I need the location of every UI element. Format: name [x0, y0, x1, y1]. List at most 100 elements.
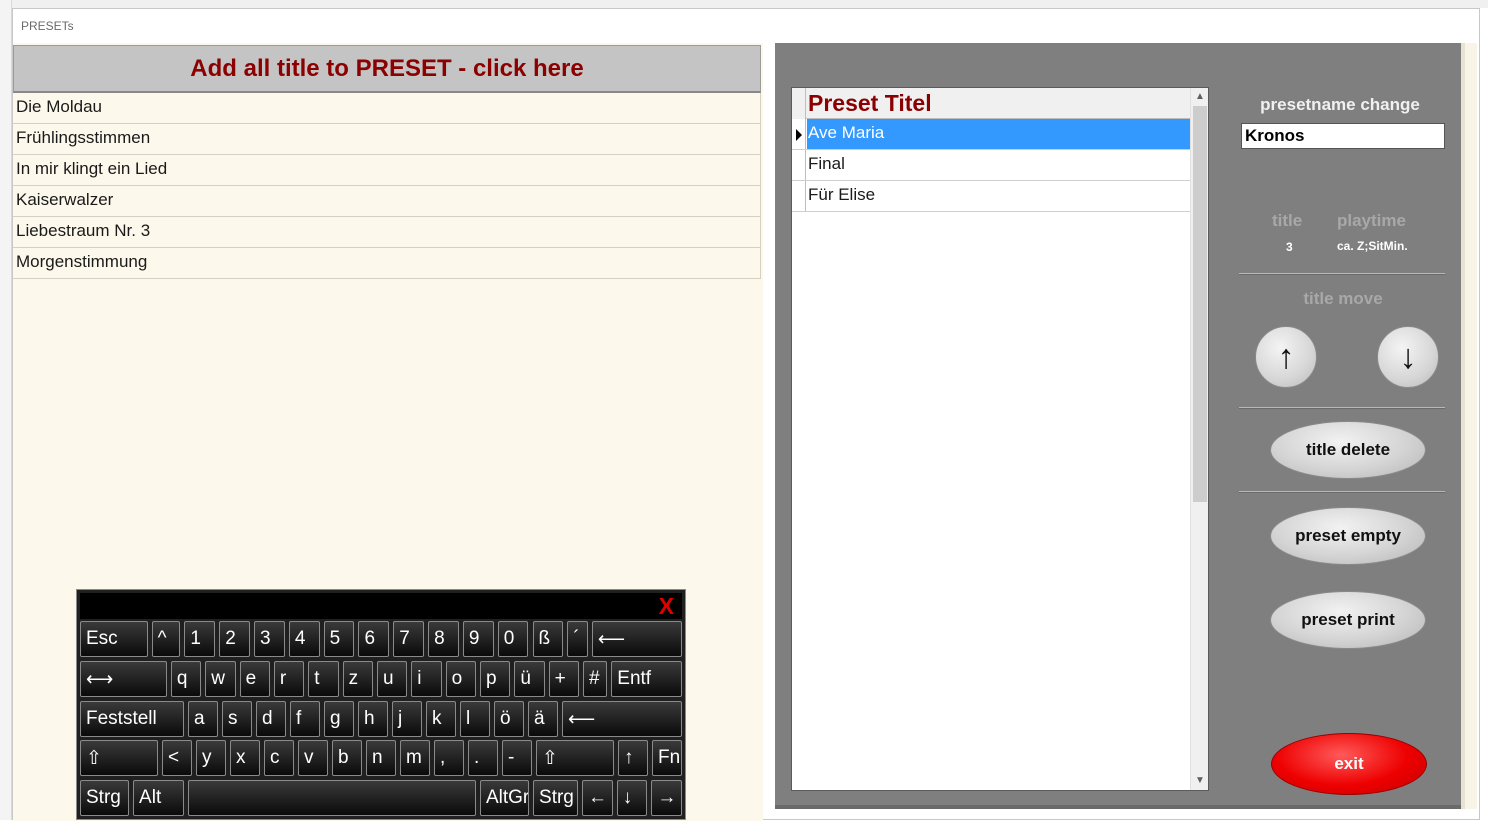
key[interactable]: 2 — [219, 621, 250, 657]
scroll-thumb[interactable] — [1193, 106, 1207, 502]
key-capslock[interactable]: Feststell — [80, 701, 184, 737]
key[interactable]: + — [548, 661, 579, 697]
key[interactable]: o — [445, 661, 476, 697]
preset-grid: Preset Titel Ave Maria Final Für Elise ▲ ▼ — [791, 87, 1209, 791]
key-delete[interactable]: Entf — [611, 661, 682, 697]
key-backspace[interactable]: ⟵ — [591, 621, 682, 657]
key[interactable]: x — [230, 740, 260, 776]
move-up-button[interactable]: ↑ — [1255, 326, 1317, 388]
key[interactable]: u — [376, 661, 408, 697]
title-list-item[interactable]: Kaiserwalzer — [13, 186, 761, 217]
key[interactable]: w — [205, 661, 236, 697]
key[interactable]: ü — [514, 661, 545, 697]
title-list-item[interactable]: Frühlingsstimmen — [13, 124, 761, 155]
move-down-button[interactable]: ↓ — [1377, 326, 1439, 388]
key[interactable]: z — [342, 661, 373, 697]
title-bar[interactable]: PRESETs — [13, 9, 1479, 43]
preset-panel: Preset Titel Ave Maria Final Für Elise ▲ ▼… — [775, 43, 1463, 809]
key[interactable]: 3 — [254, 621, 285, 657]
key[interactable]: 9 — [462, 621, 494, 657]
current-row-icon — [796, 129, 802, 141]
key[interactable]: c — [264, 740, 294, 776]
key-fn[interactable]: Fn — [652, 740, 682, 776]
key[interactable]: < — [162, 740, 192, 776]
key[interactable]: j — [392, 701, 422, 737]
preset-empty-button[interactable]: preset empty — [1270, 507, 1426, 565]
row-selector[interactable] — [792, 150, 806, 180]
key[interactable]: - — [502, 740, 532, 776]
key[interactable]: i — [411, 661, 442, 697]
title-list-item[interactable]: In mir klingt ein Lied — [13, 155, 761, 186]
preset-print-button[interactable]: preset print — [1270, 591, 1426, 649]
key[interactable]: f — [290, 701, 320, 737]
key[interactable]: g — [324, 701, 354, 737]
key-altgr[interactable]: AltGr — [479, 780, 529, 816]
key-down[interactable]: ↓ — [616, 780, 648, 816]
key[interactable]: ß — [532, 621, 564, 657]
key[interactable]: , — [434, 740, 464, 776]
key[interactable]: b — [332, 740, 362, 776]
key[interactable]: ^ — [151, 621, 181, 657]
title-list-item[interactable]: Liebestraum Nr. 3 — [13, 217, 761, 248]
key[interactable]: a — [188, 701, 218, 737]
key-tab[interactable]: ⟷ — [80, 661, 167, 697]
keyboard-close-button[interactable]: X — [659, 593, 674, 620]
grid-scrollbar[interactable]: ▲ ▼ — [1190, 88, 1208, 790]
key[interactable]: e — [239, 661, 270, 697]
add-all-titles-button[interactable]: Add all title to PRESET - click here — [13, 45, 761, 93]
key-shift[interactable]: ⇧ — [536, 740, 614, 776]
key[interactable]: q — [170, 661, 202, 697]
title-delete-button[interactable]: title delete — [1270, 421, 1426, 479]
preset-grid-row[interactable]: Für Elise — [792, 181, 1190, 212]
scroll-down-icon[interactable]: ▼ — [1191, 772, 1209, 790]
playtime-value: ca. Z;SitMin. — [1337, 239, 1408, 253]
key[interactable]: ´ — [567, 621, 588, 657]
key[interactable]: # — [583, 661, 608, 697]
key[interactable]: . — [468, 740, 498, 776]
title-list-item[interactable]: Morgenstimmung — [13, 248, 761, 279]
exit-button[interactable]: exit — [1271, 733, 1427, 795]
key[interactable]: n — [366, 740, 396, 776]
key[interactable]: d — [256, 701, 286, 737]
key-shift[interactable]: ⇧ — [80, 740, 158, 776]
row-selector[interactable] — [792, 181, 806, 211]
key-backspace[interactable]: ⟵ — [562, 701, 682, 737]
keyboard-title-bar[interactable]: X — [80, 593, 682, 619]
key-up[interactable]: ↑ — [618, 740, 648, 776]
key[interactable]: s — [222, 701, 252, 737]
key[interactable]: r — [273, 661, 305, 697]
key[interactable]: 5 — [323, 621, 355, 657]
key[interactable]: 1 — [184, 621, 216, 657]
key[interactable]: t — [308, 661, 339, 697]
key[interactable]: y — [196, 740, 226, 776]
key-ctrl[interactable]: Strg — [80, 780, 129, 816]
preset-grid-row[interactable]: Final — [792, 150, 1190, 181]
key[interactable]: 4 — [288, 621, 320, 657]
key[interactable]: 7 — [393, 621, 424, 657]
preset-grid-row[interactable]: Ave Maria — [792, 119, 1190, 150]
key[interactable]: p — [479, 661, 511, 697]
key-ctrl[interactable]: Strg — [533, 780, 578, 816]
key-left[interactable]: ← — [582, 780, 613, 816]
key[interactable]: ä — [528, 701, 558, 737]
key[interactable]: h — [358, 701, 388, 737]
title-list-item[interactable]: Die Moldau — [13, 93, 761, 124]
key[interactable]: ö — [494, 701, 524, 737]
key-right[interactable]: → — [651, 780, 682, 816]
right-border-strip — [1465, 43, 1477, 809]
key[interactable]: m — [400, 740, 430, 776]
row-selector[interactable] — [792, 119, 806, 149]
key[interactable]: l — [460, 701, 490, 737]
key[interactable]: 8 — [428, 621, 459, 657]
key[interactable]: k — [426, 701, 456, 737]
key[interactable]: 0 — [497, 621, 529, 657]
key-alt[interactable]: Alt — [133, 780, 185, 816]
divider — [1239, 491, 1445, 493]
presetname-input[interactable] — [1241, 123, 1445, 149]
key-esc[interactable]: Esc — [80, 621, 148, 657]
key-space[interactable] — [188, 780, 476, 816]
title-list: Die Moldau Frühlingsstimmen In mir klingt … — [13, 93, 761, 279]
scroll-up-icon[interactable]: ▲ — [1191, 88, 1209, 106]
key[interactable]: 6 — [358, 621, 390, 657]
key[interactable]: v — [298, 740, 328, 776]
